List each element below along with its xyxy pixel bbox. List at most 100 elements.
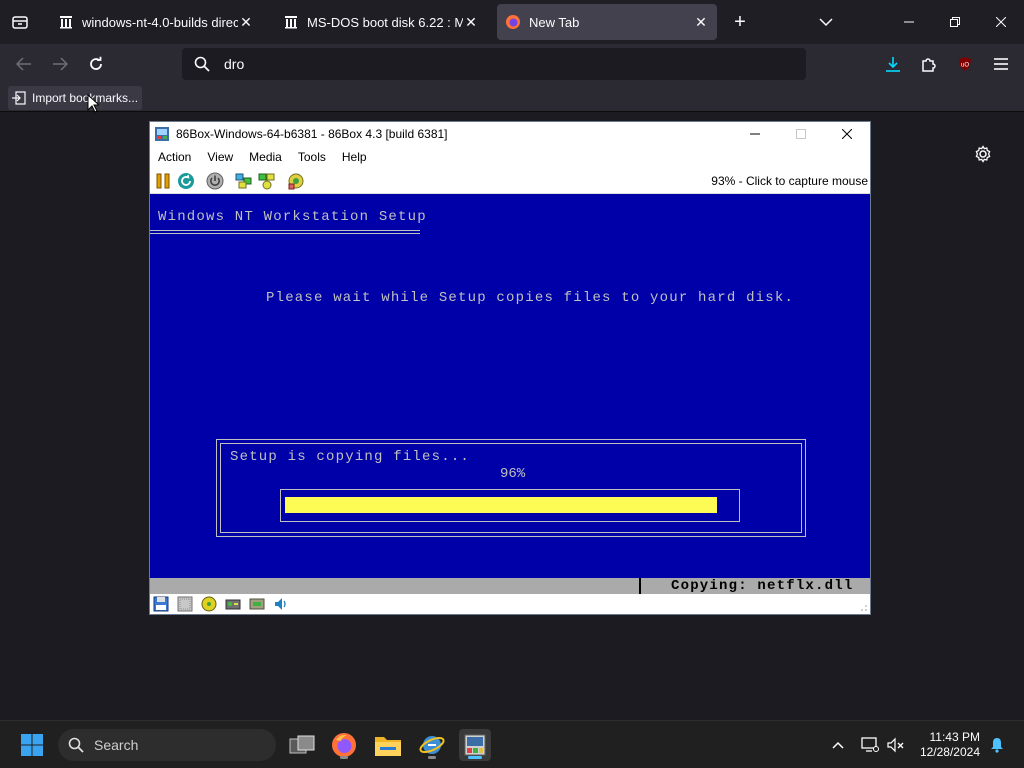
floppy-drive-icon[interactable] <box>153 596 169 612</box>
task-view-button[interactable] <box>286 729 318 761</box>
forward-button[interactable] <box>46 50 74 78</box>
volume-muted-icon <box>887 737 904 753</box>
emulated-display[interactable]: Windows NT Workstation Setup Please wait… <box>150 194 870 594</box>
tab-title: MS-DOS boot disk 6.22 : Micros <box>307 14 463 30</box>
maximize-icon <box>796 129 806 139</box>
download-icon <box>886 57 900 72</box>
cdrom-drive-icon[interactable] <box>201 596 217 612</box>
progress-fill <box>285 497 717 513</box>
menu-action[interactable]: Action <box>150 150 199 164</box>
tray-network-volume[interactable] <box>882 729 910 761</box>
ctrl-esc-icon[interactable] <box>258 172 276 190</box>
pause-icon[interactable] <box>154 172 172 190</box>
menu-view[interactable]: View <box>199 150 241 164</box>
86box-status-bar <box>150 594 870 614</box>
minimize-browser-button[interactable] <box>886 0 932 44</box>
setup-status-bar: Copying: netflx.dll <box>150 578 870 594</box>
tab-msdos-bootdisk[interactable]: MS-DOS boot disk 6.22 : Micros ✕ <box>275 4 487 40</box>
svg-text:uO: uO <box>961 63 969 69</box>
86box-maximize-button[interactable] <box>778 122 824 146</box>
search-icon <box>194 56 210 72</box>
gear-icon[interactable] <box>974 145 992 163</box>
close-tab-icon[interactable]: ✕ <box>693 14 709 31</box>
taskbar-firefox[interactable] <box>328 729 360 761</box>
list-all-tabs-button[interactable] <box>812 8 840 36</box>
import-bookmarks-label: Import bookmarks... <box>32 91 139 105</box>
86box-minimize-button[interactable] <box>732 122 778 146</box>
menu-tools[interactable]: Tools <box>290 150 334 164</box>
close-browser-button[interactable] <box>978 0 1024 44</box>
86box-close-button[interactable] <box>824 122 870 146</box>
notifications-button[interactable] <box>986 729 1008 761</box>
settings-icon[interactable] <box>287 172 305 190</box>
back-button[interactable] <box>10 50 38 78</box>
archive-icon <box>58 14 74 30</box>
app-menu-button[interactable] <box>987 50 1015 78</box>
taskbar-clock[interactable]: 11:43 PM 12/28/2024 <box>920 730 980 760</box>
mouse-cursor-icon <box>87 94 99 113</box>
ublock-origin-button[interactable]: uO <box>951 50 979 78</box>
import-icon <box>12 91 26 105</box>
floppy-drive-2-icon[interactable] <box>177 596 193 612</box>
tab-title: windows-nt-4.0-builds director <box>82 14 238 30</box>
network-icon[interactable] <box>249 596 265 612</box>
taskbar-search-placeholder: Search <box>94 737 139 753</box>
close-tab-icon[interactable]: ✕ <box>463 14 479 31</box>
86box-title-bar[interactable]: 86Box-Windows-64-b6381 - 86Box 4.3 [buil… <box>150 122 870 146</box>
windows-taskbar: Search 11:43 PM 12/28/2024 <box>0 720 1024 768</box>
status-separator <box>639 578 641 594</box>
desktop-screen: windows-nt-4.0-builds director ✕ MS-DOS … <box>0 0 1024 768</box>
restore-icon <box>950 17 960 27</box>
resize-grip-icon[interactable] <box>860 604 868 612</box>
taskbar-file-explorer[interactable] <box>372 729 404 761</box>
menu-help[interactable]: Help <box>334 150 375 164</box>
downloads-button[interactable] <box>879 50 907 78</box>
ublock-shield-icon: uO <box>959 57 971 71</box>
hard-disk-icon[interactable] <box>225 596 241 612</box>
show-hidden-icons-button[interactable] <box>822 729 854 761</box>
progress-percent: 96% <box>500 466 526 482</box>
menu-media[interactable]: Media <box>241 150 290 164</box>
folder-icon <box>375 737 401 756</box>
running-indicator <box>340 756 348 759</box>
arrow-left-icon <box>16 57 31 71</box>
minimize-icon <box>750 133 760 135</box>
close-icon <box>842 129 852 139</box>
start-button[interactable] <box>16 729 48 761</box>
address-bar[interactable]: dro <box>182 48 806 80</box>
restore-browser-button[interactable] <box>932 0 978 44</box>
capture-mouse-status[interactable]: 93% - Click to capture mouse <box>711 174 868 188</box>
reload-button[interactable] <box>82 50 110 78</box>
windows-logo-icon <box>21 734 43 756</box>
taskbar-ie[interactable] <box>416 729 448 761</box>
tray-display-icon[interactable] <box>856 729 884 761</box>
taskbar-86box[interactable] <box>459 729 491 761</box>
address-bar-text[interactable]: dro <box>224 56 244 72</box>
86box-window[interactable]: 86Box-Windows-64-b6381 - 86Box 4.3 [buil… <box>149 121 871 615</box>
sound-icon[interactable] <box>273 596 289 612</box>
tab-title: New Tab <box>529 14 580 30</box>
arrow-right-icon <box>53 57 68 71</box>
tab-nt-builds[interactable]: windows-nt-4.0-builds director ✕ <box>50 4 262 40</box>
extensions-button[interactable] <box>915 50 943 78</box>
86box-app-icon <box>155 127 169 141</box>
ctrl-alt-del-icon[interactable] <box>235 172 253 190</box>
close-icon <box>996 17 1006 27</box>
hamburger-menu-icon <box>994 58 1008 70</box>
tab-new-tab[interactable]: New Tab ✕ <box>497 4 717 40</box>
minimize-icon <box>904 21 914 23</box>
chevron-up-icon <box>832 741 844 749</box>
import-bookmarks-button[interactable]: Import bookmarks... <box>8 86 143 110</box>
search-icon <box>68 737 84 753</box>
close-tab-icon[interactable]: ✕ <box>238 14 254 31</box>
taskbar-search[interactable]: Search <box>58 729 276 761</box>
power-icon[interactable] <box>206 172 224 190</box>
chevron-down-icon <box>819 18 833 27</box>
hard-reset-icon[interactable] <box>177 172 195 190</box>
firefox-view-icon <box>12 16 28 29</box>
browser-tab-bar: windows-nt-4.0-builds director ✕ MS-DOS … <box>0 0 1024 44</box>
firefox-view-button[interactable] <box>0 0 40 44</box>
86box-app-icon <box>464 734 486 756</box>
browser-nav-bar: dro uO <box>0 44 1024 84</box>
new-tab-button[interactable]: + <box>728 8 752 36</box>
